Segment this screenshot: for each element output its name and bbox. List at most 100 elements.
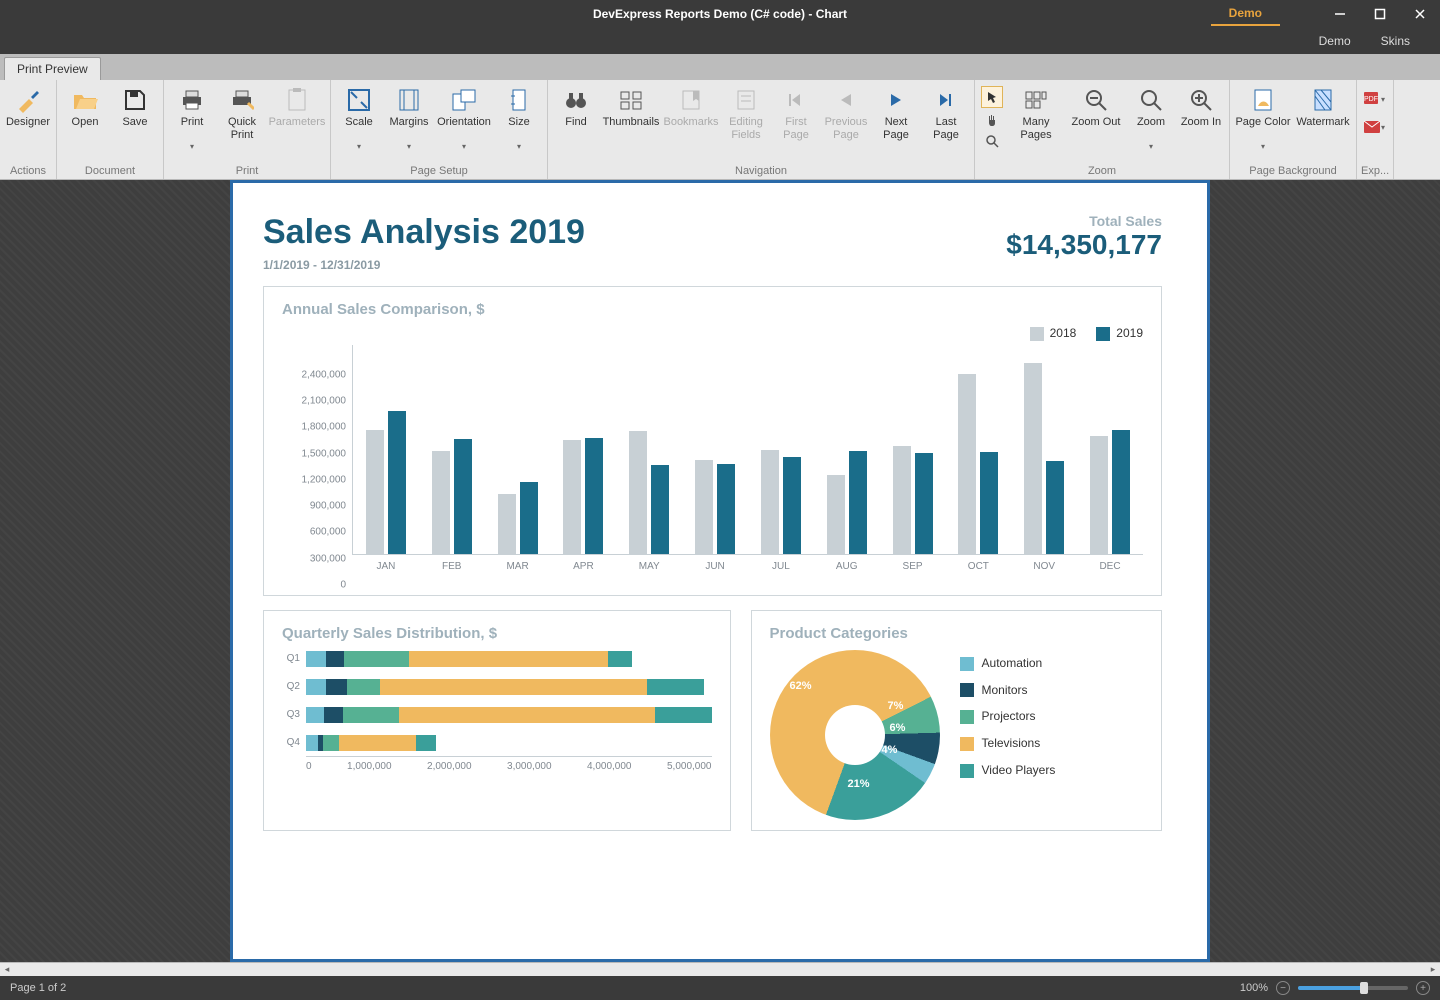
group-navigation-label: Navigation <box>552 165 970 179</box>
group-document-label: Document <box>61 165 159 179</box>
zoom-plus-button[interactable]: + <box>1416 981 1430 995</box>
open-button[interactable]: Open <box>61 82 109 142</box>
status-bar: Page 1 of 2 100% − + <box>0 976 1440 1000</box>
ribbon-tabstrip: Print Preview <box>0 54 1440 80</box>
svg-text:PDF: PDF <box>1364 96 1378 103</box>
zoom-in-button[interactable]: Zoom In <box>1177 82 1225 142</box>
tab-demo[interactable]: Demo <box>1319 34 1351 48</box>
tab-skins[interactable]: Skins <box>1381 34 1410 48</box>
annual-legend: 2018 2019 <box>282 326 1143 341</box>
legend-swatch-video <box>960 764 974 778</box>
categories-chart-title: Product Categories <box>770 625 1143 642</box>
scale-icon <box>345 86 373 114</box>
save-icon <box>121 86 149 114</box>
pointer-tool-button[interactable] <box>981 86 1003 108</box>
horizontal-scrollbar[interactable]: ◂ ▸ <box>0 962 1440 976</box>
scroll-right-arrow[interactable]: ▸ <box>1426 964 1440 975</box>
group-background-label: Page Background <box>1234 165 1352 179</box>
legend-label-2019: 2019 <box>1116 326 1143 340</box>
bookmarks-button[interactable]: Bookmarks <box>662 82 720 142</box>
designer-button[interactable]: Designer <box>4 82 52 142</box>
parameters-button[interactable]: Parameters <box>268 82 326 142</box>
legend-label-monitors: Monitors <box>982 683 1028 697</box>
print-button[interactable]: Print▾ <box>168 82 216 151</box>
page-size-icon <box>505 86 533 114</box>
page-color-icon <box>1249 86 1277 114</box>
zoom-out-icon <box>1082 86 1110 114</box>
zoom-out-button[interactable]: Zoom Out <box>1067 82 1125 142</box>
scroll-left-arrow[interactable]: ◂ <box>0 964 14 975</box>
minimize-button[interactable] <box>1320 0 1360 28</box>
quarterly-bar-chart: Q1Q2Q3Q401,000,0002,000,0003,000,0004,00… <box>282 650 712 772</box>
page-indicator: Page 1 of 2 <box>10 982 66 994</box>
orientation-icon <box>450 86 478 114</box>
report-date-range: 1/1/2019 - 12/31/2019 <box>263 258 585 272</box>
legend-swatch-televisions <box>960 737 974 751</box>
total-sales-label: Total Sales <box>1006 213 1162 229</box>
window-title: DevExpress Reports Demo (C# code) - Char… <box>593 7 847 21</box>
zoom-button[interactable]: Zoom▾ <box>1127 82 1175 151</box>
legend-swatch-automation <box>960 657 974 671</box>
first-page-icon <box>782 86 810 114</box>
size-button[interactable]: Size▾ <box>495 82 543 151</box>
quarterly-chart-title: Quarterly Sales Distribution, $ <box>282 625 712 642</box>
first-page-button[interactable]: First Page <box>772 82 820 142</box>
zoom-level-label: 100% <box>1240 982 1268 994</box>
export-button[interactable]: PDF▾ <box>1363 88 1385 110</box>
legend-swatch-2019 <box>1096 327 1110 341</box>
last-page-button[interactable]: Last Page <box>922 82 970 142</box>
legend-label-2018: 2018 <box>1050 326 1077 340</box>
orientation-button[interactable]: Orientation▾ <box>435 82 493 151</box>
watermark-button[interactable]: Watermark <box>1294 82 1352 142</box>
hand-tool-button[interactable] <box>981 108 1003 130</box>
group-export-label: Exp... <box>1361 165 1389 179</box>
quick-print-button[interactable]: Quick Print <box>218 82 266 142</box>
legend-swatch-projectors <box>960 710 974 724</box>
scale-button[interactable]: Scale▾ <box>335 82 383 151</box>
legend-swatch-2018 <box>1030 327 1044 341</box>
find-button[interactable]: Find <box>552 82 600 142</box>
zoom-slider[interactable] <box>1298 986 1408 990</box>
group-zoom-label: Zoom <box>979 165 1225 179</box>
prev-page-button[interactable]: Previous Page <box>822 82 870 142</box>
close-button[interactable] <box>1400 0 1440 28</box>
save-button[interactable]: Save <box>111 82 159 142</box>
designer-icon <box>14 86 42 114</box>
legend-label-video: Video Players <box>982 763 1056 777</box>
annual-chart-title: Annual Sales Comparison, $ <box>282 301 1143 318</box>
zoom-minus-button[interactable]: − <box>1276 981 1290 995</box>
next-page-button[interactable]: Next Page <box>872 82 920 142</box>
last-page-icon <box>932 86 960 114</box>
send-button[interactable]: ▾ <box>1363 116 1385 138</box>
thumbnails-icon <box>617 86 645 114</box>
editing-fields-button[interactable]: Editing Fields <box>722 82 770 142</box>
printer-icon <box>178 86 206 114</box>
quarterly-chart-panel: Quarterly Sales Distribution, $ Q1Q2Q3Q4… <box>263 610 731 831</box>
report-page: Sales Analysis 2019 1/1/2019 - 12/31/201… <box>230 180 1210 962</box>
legend-label-televisions: Televisions <box>982 736 1041 750</box>
ribbon: Designer Actions Open Save Document Prin… <box>0 80 1440 180</box>
group-print-label: Print <box>168 165 326 179</box>
annual-chart-panel: Annual Sales Comparison, $ 2018 2019 030… <box>263 286 1162 596</box>
thumbnails-button[interactable]: Thumbnails <box>602 82 660 142</box>
title-bar: DevExpress Reports Demo (C# code) - Char… <box>0 0 1440 28</box>
next-page-icon <box>882 86 910 114</box>
margins-button[interactable]: Margins▾ <box>385 82 433 151</box>
legend-label-projectors: Projectors <box>982 709 1036 723</box>
maximize-button[interactable] <box>1360 0 1400 28</box>
binoculars-icon <box>562 86 590 114</box>
tab-print-preview[interactable]: Print Preview <box>4 57 101 80</box>
many-pages-button[interactable]: Many Pages <box>1007 82 1065 142</box>
bookmark-icon <box>677 86 705 114</box>
legend-swatch-monitors <box>960 683 974 697</box>
page-color-button[interactable]: Page Color▾ <box>1234 82 1292 151</box>
legend-label-automation: Automation <box>982 656 1043 670</box>
categories-chart-panel: Product Categories 62%7%6%4%21% Automati… <box>751 610 1162 831</box>
parameters-icon <box>283 86 311 114</box>
magnifier-tool-button[interactable] <box>981 130 1003 152</box>
total-sales-value: $14,350,177 <box>1006 229 1162 261</box>
demo-pill[interactable]: Demo <box>1211 2 1280 26</box>
zoom-icon <box>1137 86 1165 114</box>
sub-bar: Demo Skins <box>0 28 1440 54</box>
group-actions-label: Actions <box>4 165 52 179</box>
